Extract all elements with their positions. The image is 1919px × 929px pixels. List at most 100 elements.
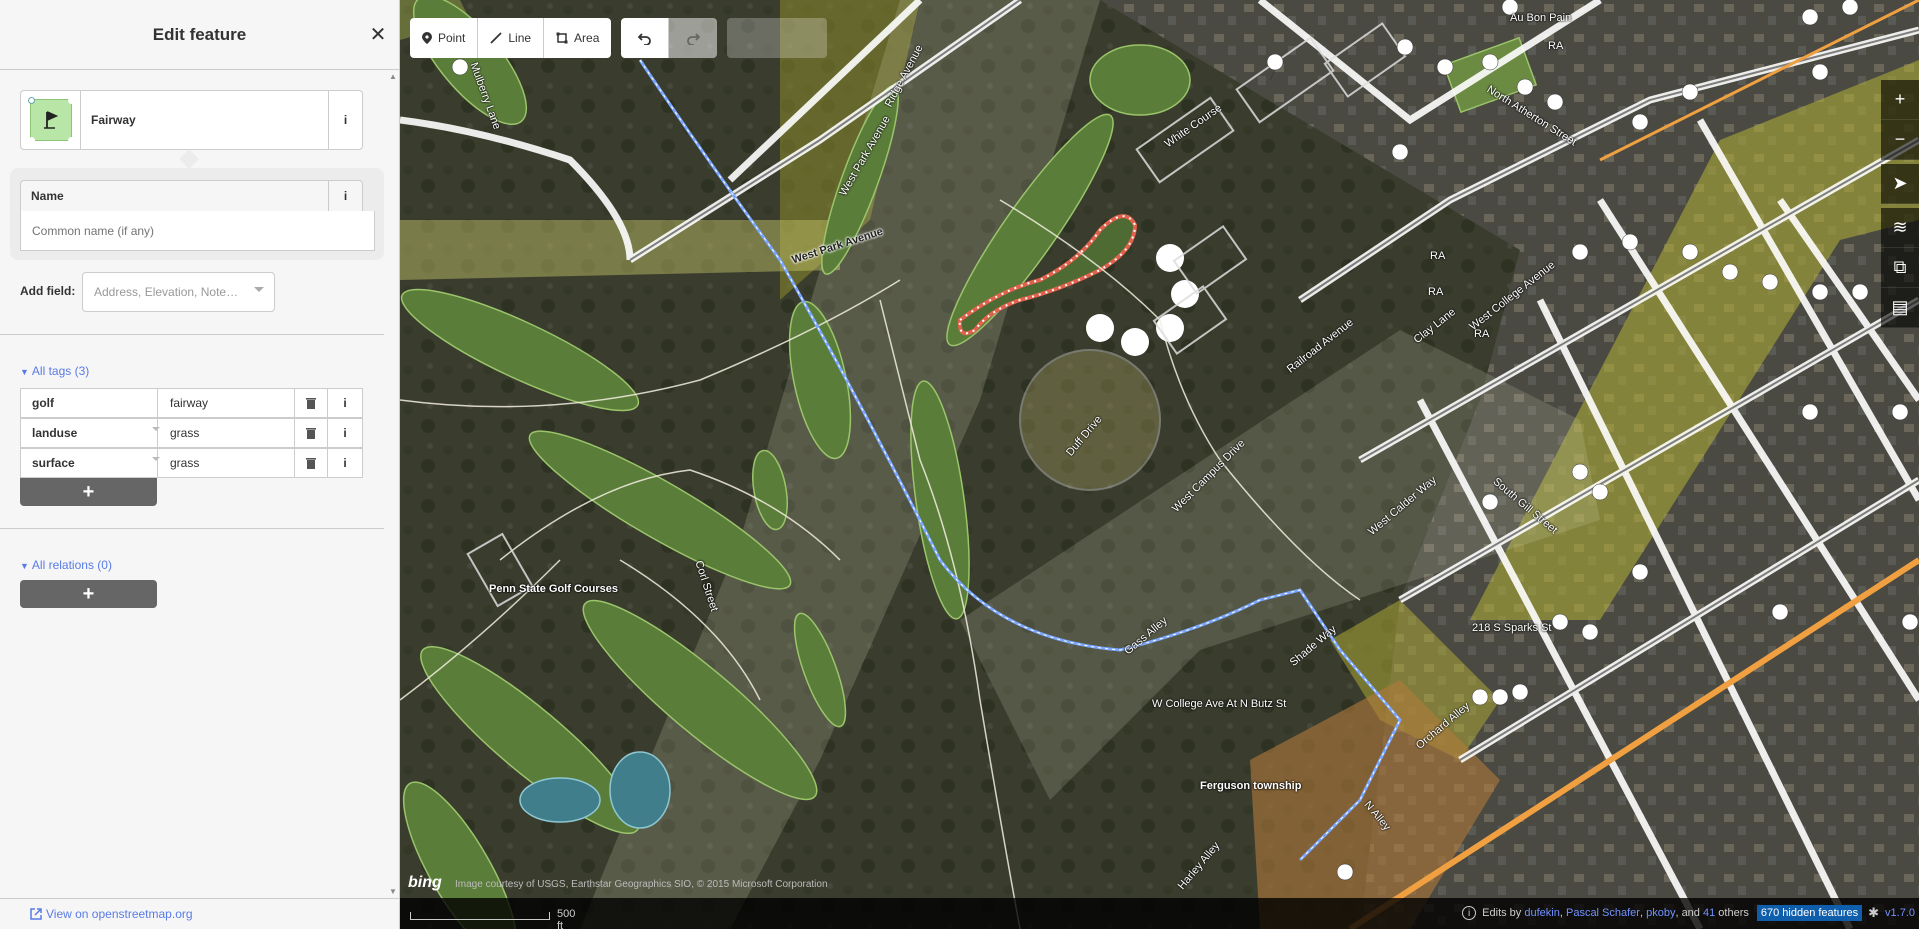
edits-by-label: Edits by (1482, 907, 1522, 919)
close-icon[interactable]: ✕ (369, 25, 387, 45)
inspector-body: Fairway i Name i Add field: Address, Ele… (0, 70, 384, 898)
sidebar-header: Edit feature ✕ (0, 0, 399, 70)
map-label: Ferguson township (1200, 780, 1302, 792)
tag-info-icon[interactable]: i (328, 388, 363, 418)
add-tag-button[interactable]: + (20, 478, 157, 506)
add-line-label: Line (508, 31, 532, 45)
add-area-label: Area (574, 31, 600, 45)
tag-key-input[interactable]: landuse (20, 418, 158, 448)
chevron-down-icon (152, 457, 160, 461)
tag-info-icon[interactable]: i (328, 418, 363, 448)
add-area-button[interactable]: Area (544, 18, 612, 58)
map[interactable]: Penn State Golf Courses West Park Avenue… (400, 0, 1919, 929)
tag-value-input[interactable]: fairway (158, 388, 298, 418)
line-icon (490, 32, 502, 44)
map-label: Au Bon Pain (1510, 12, 1572, 24)
point-icon (422, 32, 432, 44)
map-footer: bing Image courtesy of USGS, Earthstar G… (400, 874, 1919, 929)
map-canvas[interactable] (400, 0, 1919, 929)
all-relations-toggle[interactable]: ▼ All relations (0) (20, 558, 112, 572)
save-button[interactable] (727, 18, 828, 58)
scrollbar[interactable]: ▲ ▼ (386, 70, 398, 898)
map-controls: + − ➤ ≋ ⧉ ▤ (1881, 80, 1919, 328)
add-field-combo[interactable]: Address, Elevation, Note… (82, 272, 275, 312)
undo-button[interactable] (621, 18, 670, 58)
imagery-attribution: Image courtesy of USGS, Earthstar Geogra… (455, 879, 828, 890)
geolocate-icon[interactable]: ➤ (1881, 164, 1919, 204)
trash-icon[interactable] (294, 388, 328, 418)
map-label: 218 S Sparks St (1472, 622, 1552, 634)
tag-value: fairway (170, 396, 209, 410)
undo-icon (637, 33, 651, 45)
zoom-in-button[interactable]: + (1881, 80, 1919, 120)
map-label: RA (1428, 286, 1444, 298)
add-line-button[interactable]: Line (478, 18, 545, 58)
and-label: , and (1675, 907, 1700, 919)
version-label: v1.7.0 (1885, 907, 1915, 919)
scale-label: 500 ft (557, 908, 576, 929)
footer-right: i Edits by dufekin, Pascal Schafer, pkob… (1462, 904, 1919, 922)
editor-link[interactable]: dufekin (1524, 907, 1559, 919)
preset-name: Fairway (91, 113, 136, 127)
trash-icon[interactable] (294, 448, 328, 478)
tag-key-input[interactable]: surface (20, 448, 158, 478)
table-row: surface grass i (20, 448, 363, 478)
issues-icon[interactable]: ▤ (1881, 288, 1919, 328)
tag-key: golf (32, 396, 54, 410)
name-input[interactable] (20, 211, 375, 251)
view-on-osm-link[interactable]: View on openstreetmap.org (46, 907, 193, 921)
bug-icon[interactable]: ✱ (1868, 905, 1879, 921)
map-label: RA (1474, 328, 1490, 340)
name-field-label: Name i (20, 180, 363, 212)
tag-key: landuse (32, 426, 78, 440)
divider (0, 334, 384, 335)
tag-key: surface (32, 456, 75, 470)
add-point-button[interactable]: Point (410, 18, 479, 58)
tag-info-icon[interactable]: i (328, 448, 363, 478)
add-field-label: Add field: (20, 284, 76, 298)
hidden-features-badge[interactable]: 670 hidden features (1756, 905, 1863, 921)
info-icon[interactable]: i (1462, 906, 1477, 920)
table-row: golf fairway i (20, 388, 363, 418)
name-info-icon[interactable]: i (328, 181, 362, 211)
preset-info-icon[interactable]: i (328, 91, 362, 149)
sidebar-footer: View on openstreetmap.org (0, 898, 399, 929)
table-row: landuse grass i (20, 418, 363, 448)
editor-link[interactable]: pkoby (1646, 907, 1675, 919)
zoom-out-button[interactable]: − (1881, 120, 1919, 160)
map-label: RA (1548, 40, 1564, 52)
fairway-icon (27, 97, 72, 141)
layers-icon[interactable]: ≋ (1881, 208, 1919, 248)
map-data-icon[interactable]: ⧉ (1881, 248, 1919, 288)
preset-button[interactable]: Fairway i (20, 90, 363, 150)
chevron-down-icon (254, 287, 264, 292)
trash-icon[interactable] (294, 418, 328, 448)
tag-value-input[interactable]: grass (152, 418, 298, 448)
scroll-down-icon[interactable]: ▼ (389, 887, 397, 896)
triangle-down-icon: ▼ (20, 561, 29, 571)
all-tags-label: All tags (3) (31, 364, 90, 378)
top-toolbar: Point Line Area (410, 18, 828, 58)
others-count-link[interactable]: 41 (1703, 907, 1715, 919)
map-label: Penn State Golf Courses (489, 583, 618, 595)
map-label: RA (1430, 250, 1446, 262)
area-icon (556, 32, 568, 44)
all-relations-label: All relations (0) (31, 558, 112, 572)
others-label: others (1718, 907, 1749, 919)
add-relation-button[interactable]: + (20, 580, 157, 608)
tag-value: grass (170, 426, 200, 440)
add-field-placeholder: Address, Elevation, Note… (94, 285, 239, 299)
external-link-icon (30, 908, 42, 920)
scale-bar: 500 ft (410, 904, 575, 929)
redo-button[interactable] (669, 18, 718, 58)
tag-value-input[interactable]: grass (152, 448, 298, 478)
preset-arrow (179, 149, 199, 169)
editor-link[interactable]: Pascal Schafer (1566, 907, 1640, 919)
add-point-label: Point (438, 31, 466, 45)
name-label: Name (31, 189, 64, 203)
scroll-up-icon[interactable]: ▲ (389, 72, 397, 81)
all-tags-toggle[interactable]: ▼ All tags (3) (20, 364, 89, 378)
preset-icon (21, 91, 81, 149)
tag-key-input[interactable]: golf (20, 388, 165, 418)
map-label: W College Ave At N Butz St (1152, 698, 1287, 710)
